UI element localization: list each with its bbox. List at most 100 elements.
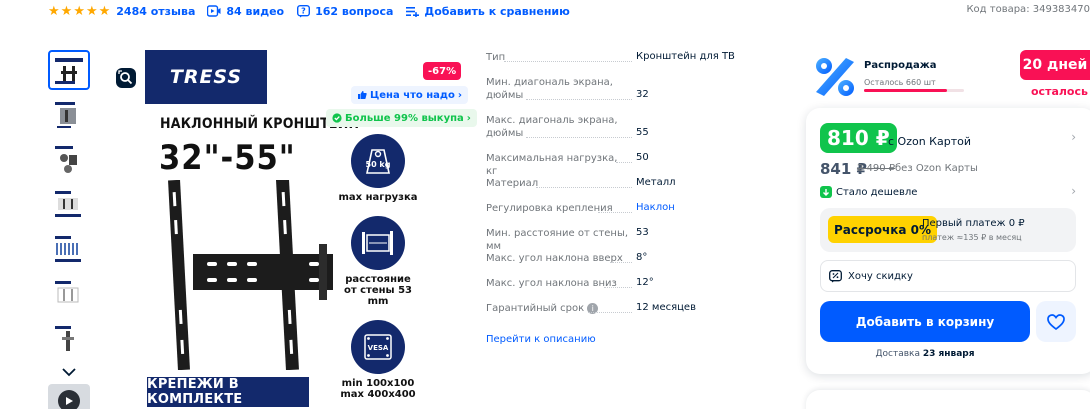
installment-block[interactable]: Рассрочка 0% Первый платеж 0 ₽ платеж ≈1…: [820, 208, 1076, 252]
installment-monthly: платеж ≈135 ₽ в месяц: [922, 233, 1022, 242]
reviews-link[interactable]: 2484 отзыва: [116, 5, 195, 18]
spec-name: Максимальная нагрузка, кг: [486, 153, 618, 177]
mount-size-text: 32"-55": [159, 138, 296, 178]
old-price: 2 490 ₽: [857, 163, 896, 174]
sale-days-badge: 20 дней: [1020, 50, 1090, 80]
heart-icon: [1047, 313, 1065, 330]
feature-caption: max нагрузка: [338, 192, 418, 203]
sale-stock-bar: [864, 89, 964, 92]
distance-icon: [351, 216, 405, 270]
delivery-prefix: Доставка: [875, 349, 920, 359]
thumbs-up-icon: [358, 91, 367, 99]
percent-chat-icon: [829, 269, 842, 282]
bracket-image: [168, 180, 333, 370]
sale-stock-left: Осталось 660 шт: [864, 78, 936, 87]
spec-divider: [616, 162, 632, 163]
video-thumbnail[interactable]: [48, 384, 90, 409]
thumbnail[interactable]: [48, 95, 90, 135]
question-icon: ?: [296, 4, 310, 18]
videos-count: 84 видео: [226, 4, 285, 18]
compare-label: Добавить к сравнению: [424, 4, 570, 18]
spec-value: 50: [636, 152, 649, 163]
buyout-badge[interactable]: Больше 99% выкупа ›: [326, 109, 477, 127]
star-icon: ★: [98, 3, 111, 19]
image-search-button[interactable]: [112, 64, 140, 92]
ozon-card-price[interactable]: 810 ₽: [820, 123, 897, 153]
price-good-label: Цена что надо: [370, 89, 455, 101]
image-search-icon: [116, 68, 136, 88]
star-icon: ★: [48, 3, 60, 19]
chevron-right-icon[interactable]: ›: [1071, 130, 1076, 144]
thumbnail[interactable]: [48, 50, 90, 90]
ozon-card-label: с Ozon Картой: [888, 135, 971, 148]
spec-value: 12 месяцев: [636, 302, 696, 313]
spec-divider: [526, 137, 632, 138]
thumbnail[interactable]: [48, 320, 90, 360]
star-icon: ★: [85, 3, 98, 19]
chevron-right-icon[interactable]: ›: [1071, 184, 1076, 198]
spec-value: 32: [636, 89, 649, 100]
sale-title: Распродажа: [864, 60, 937, 71]
delivery-date: 23 января: [922, 349, 975, 359]
spec-name: Макс. угол наклона вверх: [486, 253, 623, 264]
sale-days-left: осталось: [1031, 85, 1088, 98]
compare-icon: [405, 4, 419, 18]
arrow-down-icon: [820, 186, 832, 198]
installment-first-payment: Первый платеж 0 ₽: [922, 218, 1025, 229]
spec-value: Металл: [636, 177, 676, 188]
spec-name: Мин. расстояние от стены, мм: [486, 228, 629, 252]
feature-caption: расстояние от стены 53 mm: [343, 274, 412, 307]
installment-badge: Рассрочка 0%: [828, 216, 937, 243]
svg-text:?: ?: [301, 6, 306, 15]
compare-link[interactable]: Добавить к сравнению: [405, 4, 570, 18]
sale-percent-icon: [816, 58, 854, 96]
spec-divider: [610, 262, 632, 263]
want-discount-label: Хочу скидку: [848, 270, 913, 282]
thumbnails-scroll-down[interactable]: [48, 365, 90, 379]
spec-value: 53: [636, 227, 649, 238]
spec-divider: [604, 287, 632, 288]
main-product-image[interactable]: TRESS НАКЛОННЫЙ КРОНШТЕЙН 32"-55" КРЕПЕЖ…: [145, 50, 477, 409]
spec-value-link[interactable]: Наклон: [636, 202, 675, 213]
thumbnail[interactable]: [48, 140, 90, 180]
play-icon: [58, 390, 80, 409]
buyout-label: Больше 99% выкупа: [345, 112, 464, 124]
spec-value: 55: [636, 127, 649, 138]
star-icon: ★: [73, 3, 85, 19]
spec-divider: [504, 61, 632, 62]
spec-divider: [588, 312, 632, 313]
questions-count: 162 вопроса: [315, 4, 394, 18]
spec-name: Макс. угол наклона вниз: [486, 278, 617, 289]
add-to-cart-button[interactable]: Добавить в корзину: [820, 301, 1030, 342]
feature-max-load: 50 kg max нагрузка: [338, 134, 418, 203]
go-to-description-link[interactable]: Перейти к описанию: [486, 334, 596, 345]
favorite-button[interactable]: [1036, 301, 1076, 342]
weight-icon-label: 50 kg: [366, 160, 391, 169]
weight-icon: 50 kg: [351, 134, 405, 188]
thumbnail[interactable]: [48, 230, 90, 270]
buy-card: 810 ₽ с Ozon Картой › 841 ₽ 2 490 ₽ без …: [806, 108, 1090, 374]
spec-name: Тип: [486, 52, 506, 63]
feature-wall-distance: расстояние от стены 53 mm: [338, 216, 418, 307]
spec-name: Регулировка крепления: [486, 203, 613, 214]
thumbnail[interactable]: [48, 275, 90, 315]
reviews-count: 2484 отзыва: [116, 4, 196, 18]
thumbnail[interactable]: [48, 185, 90, 225]
price-good-badge[interactable]: Цена что надо ›: [351, 86, 468, 104]
vesa-icon-label: VESA: [368, 344, 389, 352]
spec-divider: [536, 187, 632, 188]
feature-vesa: VESA min 100x100 max 400x400: [338, 320, 418, 400]
product-meta-bar: ★ ★ ★ ★ ★ 2484 отзыва 84 видео ? 162 воп…: [48, 0, 1090, 22]
rating-stars[interactable]: ★ ★ ★ ★ ★: [48, 4, 110, 19]
price-dropped[interactable]: Стало дешевле: [820, 186, 917, 198]
next-card: [806, 390, 1090, 409]
spec-name-with-info: Гарантийный срок i: [486, 302, 631, 315]
want-discount-button[interactable]: Хочу скидку: [820, 260, 1076, 292]
kit-banner-text: КРЕПЕЖИ В КОМПЛЕКТЕ: [147, 377, 243, 407]
article-code: Код товара: 349383470: [966, 4, 1090, 15]
check-circle-icon: [332, 113, 342, 123]
chevron-down-icon: [62, 368, 76, 377]
spec-value: 12°: [636, 277, 654, 288]
questions-link[interactable]: ? 162 вопроса: [296, 4, 393, 18]
videos-link[interactable]: 84 видео: [207, 4, 284, 18]
